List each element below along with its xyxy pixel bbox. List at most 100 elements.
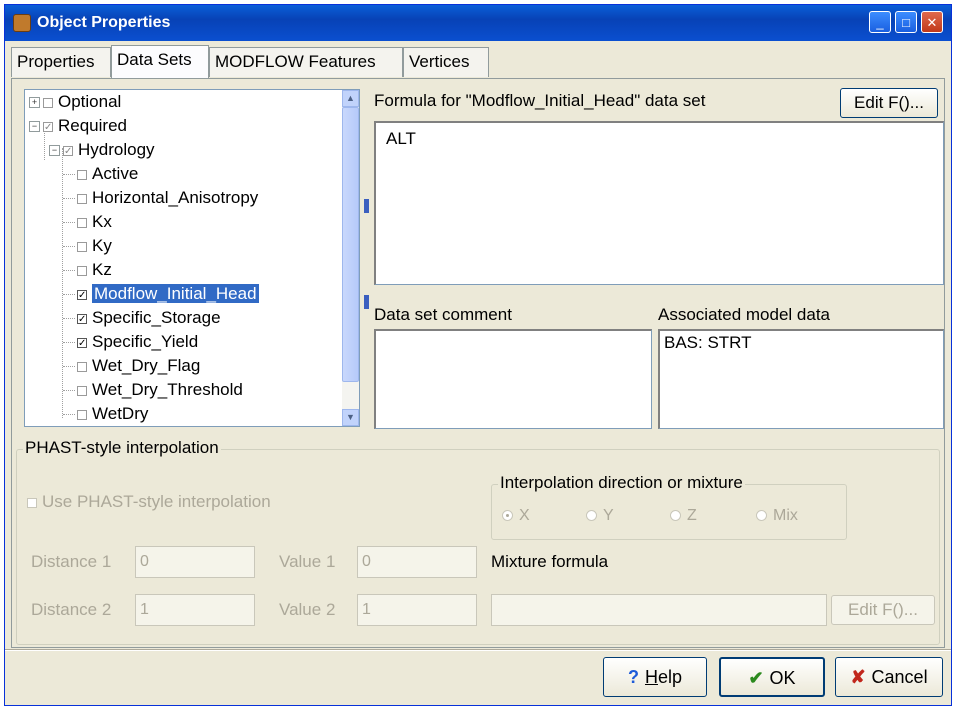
distance-1-label: Distance 1: [31, 552, 112, 571]
radio-x[interactable]: X: [502, 507, 530, 525]
hydrology-checkbox[interactable]: ✓: [63, 145, 73, 156]
tree-item-modflow-initial-head[interactable]: ✓ Modflow_Initial_Head: [63, 282, 259, 306]
item-checkbox[interactable]: ✓: [77, 289, 87, 300]
tree-item-horizontal-anisotropy[interactable]: Horizontal_Anisotropy: [63, 186, 258, 210]
maximize-button[interactable]: □: [895, 11, 917, 33]
phast-interpolation-group: PHAST-style interpolation Use PHAST-styl…: [16, 438, 940, 645]
ok-button[interactable]: ✔ OK: [719, 657, 825, 697]
tree-item-label: Specific_Yield: [92, 332, 199, 351]
item-checkbox[interactable]: [77, 265, 87, 276]
tab-vertices[interactable]: Vertices: [403, 47, 489, 77]
radio-dot-icon: [756, 510, 767, 522]
vertical-splitter[interactable]: [363, 199, 371, 309]
cancel-label: Cancel: [871, 667, 928, 687]
data-set-tree[interactable]: + Optional − ✓ Required − ✓ Hydrology Active …: [24, 89, 360, 427]
item-checkbox[interactable]: [77, 385, 87, 396]
expand-icon[interactable]: +: [29, 97, 40, 109]
radio-y-label: Y: [603, 507, 614, 524]
value-1-label: Value 1: [279, 552, 336, 571]
tree-item-kz[interactable]: Kz: [63, 258, 112, 282]
scroll-down-icon[interactable]: ▼: [342, 409, 359, 426]
use-phast-checkbox[interactable]: Use PHAST-style interpolation: [27, 492, 271, 512]
item-checkbox[interactable]: [77, 193, 87, 204]
data-sets-panel: + Optional − ✓ Required − ✓ Hydrology Active …: [11, 78, 945, 648]
help-button[interactable]: ? Help: [603, 657, 707, 697]
help-icon: ?: [627, 667, 639, 687]
interpolation-direction-group: Interpolation direction or mixture X Y Z…: [491, 473, 847, 540]
value-1-input[interactable]: 0: [357, 546, 477, 578]
value-2-label: Value 2: [279, 600, 336, 619]
edit-mixture-formula-button[interactable]: Edit F()...: [831, 595, 935, 625]
checkmark-icon: ✔: [748, 668, 764, 688]
window-title: Object Properties: [37, 14, 171, 31]
cross-icon: ✘: [850, 667, 866, 687]
footer-separator: [5, 649, 951, 651]
use-phast-label: Use PHAST-style interpolation: [42, 492, 271, 511]
tree-item-wet-dry-flag[interactable]: Wet_Dry_Flag: [63, 354, 200, 378]
radio-z[interactable]: Z: [670, 507, 697, 525]
close-button[interactable]: ✕: [921, 11, 943, 33]
item-checkbox[interactable]: ✓: [77, 313, 87, 324]
mixture-formula-label: Mixture formula: [491, 552, 609, 571]
mixture-formula-input[interactable]: [491, 594, 827, 626]
tree-item-specific-storage[interactable]: ✓ Specific_Storage: [63, 306, 221, 330]
radio-y[interactable]: Y: [586, 507, 614, 525]
title-bar[interactable]: Object Properties _ □ ✕: [5, 5, 951, 41]
distance-1-input[interactable]: 0: [135, 546, 255, 578]
ok-label: OK: [769, 668, 796, 688]
tree-item-ky[interactable]: Ky: [63, 234, 112, 258]
tree-item-label: Kx: [92, 212, 112, 231]
splitter-arrow-icon[interactable]: [364, 199, 369, 213]
radio-mix-label: Mix: [773, 507, 798, 524]
tab-modflow-features[interactable]: MODFLOW Features: [209, 47, 403, 77]
formula-label: Formula for "Modflow_Initial_Head" data …: [374, 91, 706, 110]
value-2-input[interactable]: 1: [357, 594, 477, 626]
collapse-icon[interactable]: −: [49, 145, 60, 157]
tree-item-kx[interactable]: Kx: [63, 210, 112, 234]
item-checkbox[interactable]: [77, 169, 87, 180]
formula-text-area[interactable]: ALT: [374, 121, 944, 285]
minimize-button[interactable]: _: [869, 11, 891, 33]
help-label-underlined: H: [644, 667, 658, 687]
data-set-comment-label: Data set comment: [374, 305, 512, 324]
collapse-icon[interactable]: −: [29, 121, 40, 133]
tab-data-sets[interactable]: Data Sets: [111, 45, 209, 79]
cancel-button[interactable]: ✘ Cancel: [835, 657, 943, 697]
use-phast-checkbox-box[interactable]: [27, 497, 37, 508]
splitter-arrow-icon[interactable]: [364, 295, 369, 309]
radio-x-label: X: [519, 507, 530, 524]
tree-item-specific-yield[interactable]: ✓ Specific_Yield: [63, 330, 198, 354]
item-checkbox[interactable]: [77, 361, 87, 372]
scroll-thumb[interactable]: [342, 107, 359, 382]
tree-item-wetdry[interactable]: WetDry: [63, 402, 148, 426]
distance-2-label: Distance 2: [31, 600, 112, 619]
tree-item-wet-dry-threshold[interactable]: Wet_Dry_Threshold: [63, 378, 243, 402]
tree-node-hydrology[interactable]: − ✓ Hydrology: [49, 138, 155, 162]
tree-item-active[interactable]: Active: [63, 162, 138, 186]
associated-model-data-label: Associated model data: [658, 305, 830, 324]
tree-item-label: WetDry: [92, 404, 149, 423]
required-checkbox[interactable]: ✓: [43, 121, 53, 132]
associated-model-data-area[interactable]: BAS: STRT: [658, 329, 944, 429]
scroll-up-icon[interactable]: ▲: [342, 90, 359, 107]
tree-node-required[interactable]: − ✓ Required: [29, 114, 127, 138]
tab-properties[interactable]: Properties: [11, 47, 111, 77]
item-checkbox[interactable]: ✓: [77, 337, 87, 348]
radio-mix[interactable]: Mix: [756, 507, 798, 525]
object-properties-window: Object Properties _ □ ✕ Properties Data …: [4, 4, 952, 706]
edit-formula-button[interactable]: Edit F()...: [840, 88, 938, 118]
tree-node-label: Required: [58, 116, 127, 135]
tree-item-label: Wet_Dry_Threshold: [92, 380, 243, 399]
radio-dot-icon: [586, 510, 597, 522]
tree-node-optional[interactable]: + Optional: [29, 90, 121, 114]
data-set-comment-area[interactable]: [374, 329, 652, 429]
item-checkbox[interactable]: [77, 241, 87, 252]
optional-checkbox[interactable]: [43, 97, 53, 108]
item-checkbox[interactable]: [77, 217, 87, 228]
app-icon: [13, 14, 31, 32]
tree-scrollbar[interactable]: ▲ ▼: [342, 90, 359, 426]
tree-item-label: Active: [92, 164, 139, 183]
item-checkbox[interactable]: [77, 409, 87, 420]
tree-item-label: Modflow_Initial_Head: [92, 284, 259, 303]
distance-2-input[interactable]: 1: [135, 594, 255, 626]
